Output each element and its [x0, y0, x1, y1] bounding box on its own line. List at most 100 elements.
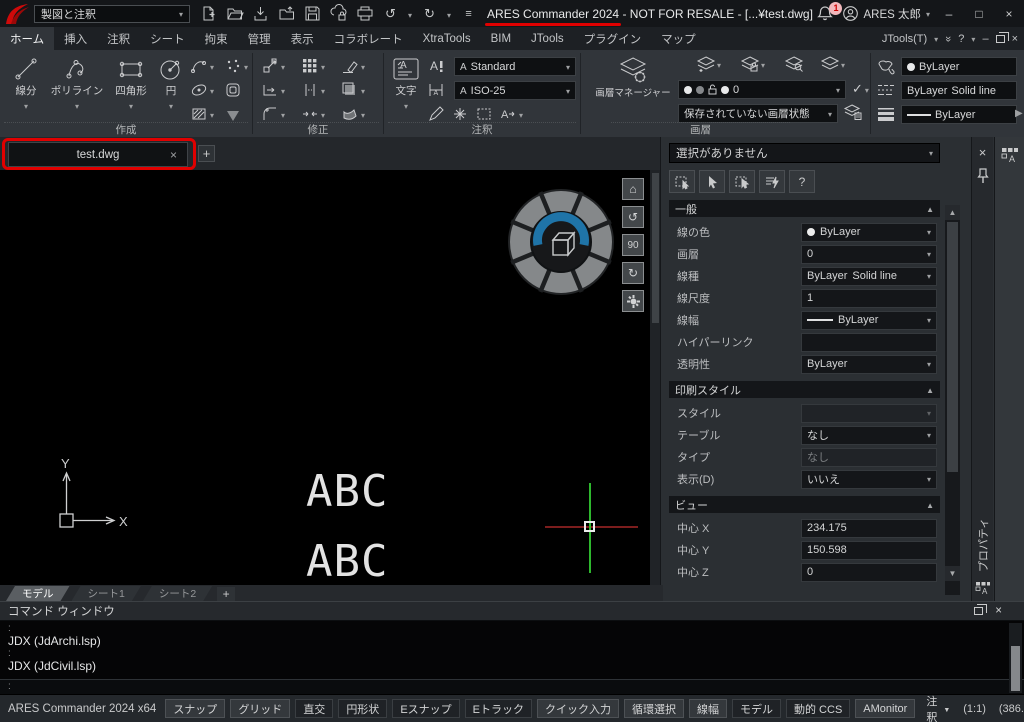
layer-apply-tool[interactable]: [852, 81, 869, 97]
workspace-dropdown[interactable]: 製図と注釈: [34, 4, 190, 23]
polygon-tool[interactable]: [224, 82, 242, 98]
layer-state-save-tool[interactable]: [843, 104, 862, 120]
status-toggle-button[interactable]: スナップ: [165, 699, 226, 718]
panel-scrollbar-thumb[interactable]: [947, 222, 958, 472]
property-field[interactable]: 0: [801, 244, 937, 264]
status-toggle-button[interactable]: 円形状: [338, 699, 388, 718]
pin-icon[interactable]: [976, 168, 989, 184]
property-field[interactable]: ByLayer Solid line: [801, 266, 937, 286]
canvas-scrollbar-thumb[interactable]: [652, 173, 659, 323]
property-field[interactable]: ByLayer: [801, 354, 937, 374]
collapse-icon[interactable]: [926, 384, 934, 396]
command-scrollbar[interactable]: [1009, 623, 1022, 693]
print-icon[interactable]: [356, 5, 373, 22]
ribbon-tab[interactable]: 注釈: [97, 27, 140, 50]
save-icon[interactable]: [304, 5, 321, 22]
fillet-caret-icon[interactable]: [281, 107, 285, 121]
point-caret-icon[interactable]: [244, 59, 248, 73]
layer-state-dropdown[interactable]: 保存されていない画層状態: [678, 104, 838, 123]
apply-caret-icon[interactable]: [865, 82, 869, 96]
command-scrollbar-thumb[interactable]: [1011, 646, 1020, 691]
erase-caret-icon[interactable]: [361, 59, 365, 73]
panel-close-icon[interactable]: ×: [979, 145, 987, 160]
layer-lock-tool[interactable]: [740, 56, 765, 72]
ribbon-tab[interactable]: JTools: [521, 27, 574, 50]
move-tool[interactable]: [261, 58, 285, 74]
sheet-tab[interactable]: +: [217, 587, 236, 601]
property-field[interactable]: [801, 332, 937, 352]
circle-caret-icon[interactable]: [169, 98, 173, 112]
ribbon-tab[interactable]: 挿入: [54, 27, 97, 50]
color-dropdown[interactable]: ByLayer: [901, 57, 1017, 76]
hatch-tool[interactable]: [190, 106, 214, 122]
help-button[interactable]: ?: [789, 170, 815, 193]
layer-states-caret-icon[interactable]: [841, 57, 845, 71]
ribbon-tab[interactable]: 管理: [238, 27, 281, 50]
layer-lock-caret-icon[interactable]: [761, 57, 765, 71]
text-flip-tool[interactable]: A: [499, 106, 523, 122]
quick-select-button[interactable]: [759, 170, 785, 193]
home-view-button[interactable]: ⌂: [622, 178, 644, 200]
command-close-icon[interactable]: ×: [995, 605, 1002, 617]
ribbon-tab[interactable]: 拘束: [195, 27, 238, 50]
rotate-ccw-button[interactable]: ↺: [622, 206, 644, 228]
status-toggle-button[interactable]: 線幅: [689, 699, 727, 718]
dimension-style-dropdown[interactable]: ISO-25: [454, 81, 576, 100]
sheet-tab[interactable]: シート2: [143, 586, 212, 601]
section-view[interactable]: ビュー: [669, 496, 940, 513]
maximize-button[interactable]: □: [968, 4, 990, 24]
scroll-down-icon[interactable]: ▼: [945, 566, 960, 581]
line-caret-icon[interactable]: [24, 98, 28, 112]
property-field[interactable]: なし: [801, 447, 937, 467]
open-file-icon[interactable]: [226, 5, 244, 22]
rectangle-button[interactable]: 四角形: [108, 56, 154, 112]
notifications-bell-icon[interactable]: 1: [817, 1, 843, 23]
document-tab[interactable]: test.dwg ×: [8, 142, 188, 167]
shade-tool[interactable]: [341, 82, 365, 98]
navigation-wheel[interactable]: [505, 186, 617, 298]
property-field[interactable]: 234.175: [801, 518, 937, 538]
status-toggle-button[interactable]: グリッド: [230, 699, 291, 718]
property-field[interactable]: 0: [801, 562, 937, 582]
view-settings-button[interactable]: [622, 290, 644, 312]
property-field[interactable]: いいえ: [801, 469, 937, 489]
new-document-tab-button[interactable]: +: [198, 145, 215, 162]
rotate-90-button[interactable]: 90: [622, 234, 644, 256]
layer-search-tool[interactable]: [784, 56, 804, 72]
smart-annotate-tool[interactable]: [451, 106, 469, 122]
pattern-tool[interactable]: [301, 58, 325, 74]
selection-filter-dropdown[interactable]: 選択がありません: [669, 143, 940, 163]
property-field[interactable]: 1: [801, 288, 937, 308]
ribbon-tab[interactable]: BIM: [481, 27, 521, 50]
undo-icon[interactable]: ↺: [382, 5, 399, 22]
layer-new-caret-icon[interactable]: [717, 57, 721, 71]
command-history[interactable]: : JDX (JdArchi.lsp) : JDX (JdCivil.lsp): [0, 621, 1024, 675]
status-toggle-button[interactable]: Eトラック: [464, 699, 532, 718]
collapse-icon[interactable]: [926, 499, 934, 511]
property-field[interactable]: [801, 403, 937, 423]
annotation-scale-dropdown[interactable]: 注釈: [926, 693, 950, 722]
scroll-up-icon[interactable]: ▲: [945, 205, 960, 220]
status-toggle-button[interactable]: 循環選択: [624, 699, 684, 718]
text-style-tool[interactable]: A: [427, 58, 445, 74]
split-tool[interactable]: [301, 82, 325, 98]
mdi-restore-button[interactable]: [995, 31, 1009, 43]
command-window-header[interactable]: コマンド ウィンドウ ×: [0, 601, 1024, 621]
layer-manager-button[interactable]: 画層マネージャー: [595, 56, 671, 99]
redo-icon[interactable]: ↻: [421, 5, 438, 22]
property-field[interactable]: なし: [801, 425, 937, 445]
ribbon-tab[interactable]: プラグイン: [574, 27, 652, 50]
property-field[interactable]: ByLayer: [801, 310, 937, 330]
rectangle-caret-icon[interactable]: [129, 98, 133, 112]
text-caret-icon[interactable]: [404, 98, 408, 112]
layer-states-tool[interactable]: [820, 56, 845, 72]
dimension-style-tool[interactable]: A: [427, 82, 445, 98]
ribbon-tab[interactable]: シート: [140, 27, 195, 50]
select-matching-button[interactable]: [729, 170, 755, 193]
new-file-icon[interactable]: [200, 5, 217, 22]
ribbon-overflow-icon[interactable]: ▶: [1015, 108, 1023, 119]
polyline-button[interactable]: ポリライン: [48, 56, 106, 112]
ribbon-tab[interactable]: マップ: [651, 27, 706, 50]
layer-dropdown[interactable]: 0: [678, 80, 846, 99]
erase-tool[interactable]: [341, 58, 365, 74]
